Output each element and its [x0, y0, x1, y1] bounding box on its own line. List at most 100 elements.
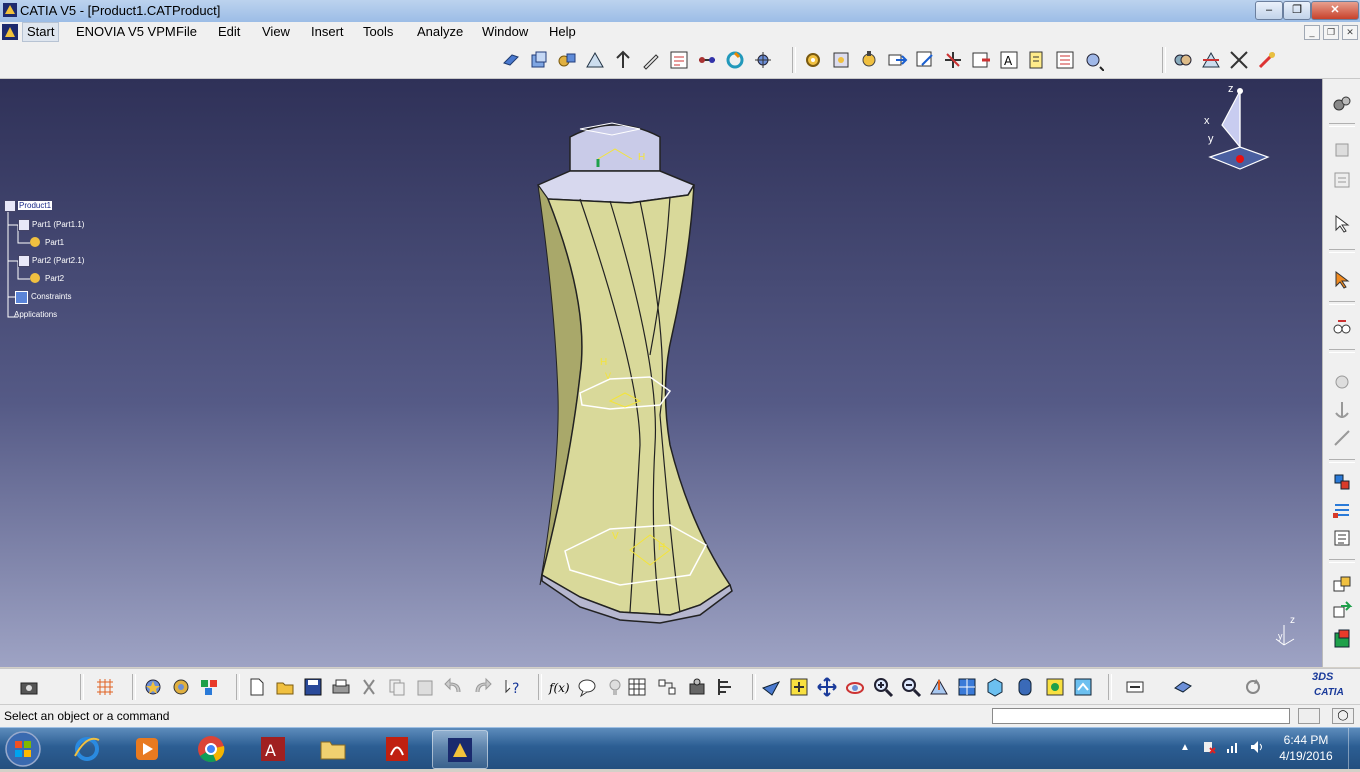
flag-note-icon[interactable]: [1026, 49, 1048, 71]
system-clock[interactable]: 6:44 PM 4/19/2016: [1276, 732, 1336, 764]
pencil-icon[interactable]: [640, 49, 662, 71]
gear-icon[interactable]: [30, 273, 40, 283]
distance-analysis-icon[interactable]: [1228, 49, 1250, 71]
part-instance-icon[interactable]: [18, 255, 30, 267]
refresh-icon[interactable]: [1242, 676, 1264, 698]
new-component-icon[interactable]: [528, 49, 550, 71]
hide-show-icon[interactable]: [1044, 676, 1066, 698]
catalog-icon[interactable]: [1082, 49, 1105, 72]
star-icon[interactable]: [142, 676, 164, 698]
green-arrow-icon[interactable]: [1331, 599, 1353, 621]
menu-window[interactable]: Window: [478, 24, 532, 39]
new-document-icon[interactable]: [246, 676, 268, 698]
measure-between-icon[interactable]: [1124, 676, 1146, 698]
bill-of-material-icon[interactable]: [1054, 49, 1076, 71]
paste-icon[interactable]: [414, 676, 436, 698]
doc-close-button[interactable]: ✕: [1342, 25, 1358, 40]
doc-minimize-button[interactable]: _: [1304, 25, 1320, 40]
pan-icon[interactable]: [816, 676, 838, 698]
constraints-icon[interactable]: [15, 291, 28, 304]
menu-edit[interactable]: Edit: [214, 24, 244, 39]
measure-icon[interactable]: [1256, 49, 1278, 71]
part-instance-icon[interactable]: [18, 219, 30, 231]
taskbar-file-explorer[interactable]: [306, 730, 360, 767]
text-annotation-icon[interactable]: A: [998, 49, 1020, 71]
close-button[interactable]: ✕: [1311, 1, 1359, 20]
workbench-icon[interactable]: [170, 676, 192, 698]
tree-root-product1[interactable]: Product1: [18, 201, 53, 210]
reuse-pattern-icon[interactable]: [1331, 499, 1353, 521]
network-icon[interactable]: [656, 676, 678, 698]
analyze-icon[interactable]: [1331, 573, 1353, 595]
save-icon[interactable]: [302, 676, 324, 698]
green-cube-icon[interactable]: [1331, 627, 1353, 649]
taskbar-media-player[interactable]: [120, 730, 174, 767]
menu-help[interactable]: Help: [545, 24, 580, 39]
fix-together-icon[interactable]: [1331, 371, 1353, 393]
new-part-icon[interactable]: [584, 49, 606, 71]
shading-icon[interactable]: [1014, 676, 1036, 698]
fit-all-in-icon[interactable]: [788, 676, 810, 698]
sectioning-icon[interactable]: [1200, 49, 1222, 71]
gear-icon[interactable]: [802, 49, 824, 71]
tree-node-part1[interactable]: Part1: [45, 238, 64, 247]
grid-icon[interactable]: [94, 676, 116, 698]
normal-view-icon[interactable]: [928, 676, 950, 698]
comment-icon[interactable]: [576, 676, 598, 698]
manage-list-icon[interactable]: [1331, 527, 1353, 549]
cut-icon[interactable]: [358, 676, 380, 698]
help-icon[interactable]: ?: [502, 676, 524, 698]
fix-component-icon[interactable]: [830, 49, 852, 71]
apply-material-icon[interactable]: [1172, 676, 1194, 698]
manipulate-icon[interactable]: [886, 49, 908, 71]
compass-widget[interactable]: [1196, 85, 1272, 175]
menu-view[interactable]: View: [258, 24, 294, 39]
taskbar-acrobat[interactable]: [370, 730, 424, 767]
network-signal-icon[interactable]: [1226, 740, 1240, 754]
tree-node-applications[interactable]: Applications: [14, 310, 57, 319]
taskbar-internet-explorer[interactable]: [60, 730, 114, 767]
command-options-button[interactable]: [1298, 708, 1320, 724]
taskbar-catia[interactable]: [432, 730, 488, 769]
menu-file[interactable]: File: [172, 24, 201, 39]
show-desktop-button[interactable]: [1348, 728, 1360, 769]
graph-tree-reordering-icon[interactable]: [668, 49, 690, 71]
taskbar-access[interactable]: A: [246, 730, 300, 767]
camera-icon[interactable]: [18, 676, 40, 698]
stop-manipulate-icon[interactable]: [970, 49, 992, 71]
gear-icon[interactable]: [30, 237, 40, 247]
offset-constraint-icon[interactable]: [1331, 427, 1353, 449]
copy-icon[interactable]: [386, 676, 408, 698]
tree-node-part2-instance[interactable]: Part2 (Part2.1): [32, 256, 84, 265]
3d-viewport[interactable]: Product1 Part1 (Part1.1) Part1 Part2 (Pa…: [0, 79, 1322, 667]
command-search-icon[interactable]: ◯: [1332, 708, 1354, 724]
publish-icon[interactable]: [686, 676, 708, 698]
doc-restore-button[interactable]: ❐: [1323, 25, 1339, 40]
anchor-icon[interactable]: [1331, 399, 1353, 421]
3d-part-model[interactable]: [520, 115, 750, 627]
minimize-button[interactable]: –: [1255, 1, 1283, 20]
menu-insert[interactable]: Insert: [307, 24, 348, 39]
isometric-view-icon[interactable]: [984, 676, 1006, 698]
cursor-gear-icon[interactable]: [1331, 213, 1353, 235]
replace-component-icon[interactable]: [612, 49, 634, 71]
start-orb[interactable]: [3, 729, 43, 769]
clash-analysis-icon[interactable]: [1172, 49, 1194, 71]
sheet-icon[interactable]: [1331, 169, 1353, 191]
tree-node-part2[interactable]: Part2: [45, 274, 64, 283]
selective-load-icon[interactable]: [724, 49, 746, 71]
volume-icon[interactable]: [1250, 740, 1266, 754]
swap-visible-space-icon[interactable]: [1072, 676, 1094, 698]
select-arrow-icon[interactable]: [1331, 269, 1353, 291]
manage-representations-icon[interactable]: [752, 49, 774, 71]
gear-settings-icon[interactable]: [1331, 93, 1353, 115]
menu-analyze[interactable]: Analyze: [413, 24, 467, 39]
tree-node-part1-instance[interactable]: Part1 (Part1.1): [32, 220, 84, 229]
copy-icon[interactable]: [1331, 139, 1353, 161]
fly-mode-icon[interactable]: [760, 676, 782, 698]
command-input[interactable]: [992, 708, 1290, 724]
menu-start[interactable]: Start: [22, 22, 60, 42]
catalog-browser-icon[interactable]: [198, 676, 220, 698]
redo-icon[interactable]: [472, 676, 494, 698]
gear-settings-icon[interactable]: [858, 49, 880, 71]
